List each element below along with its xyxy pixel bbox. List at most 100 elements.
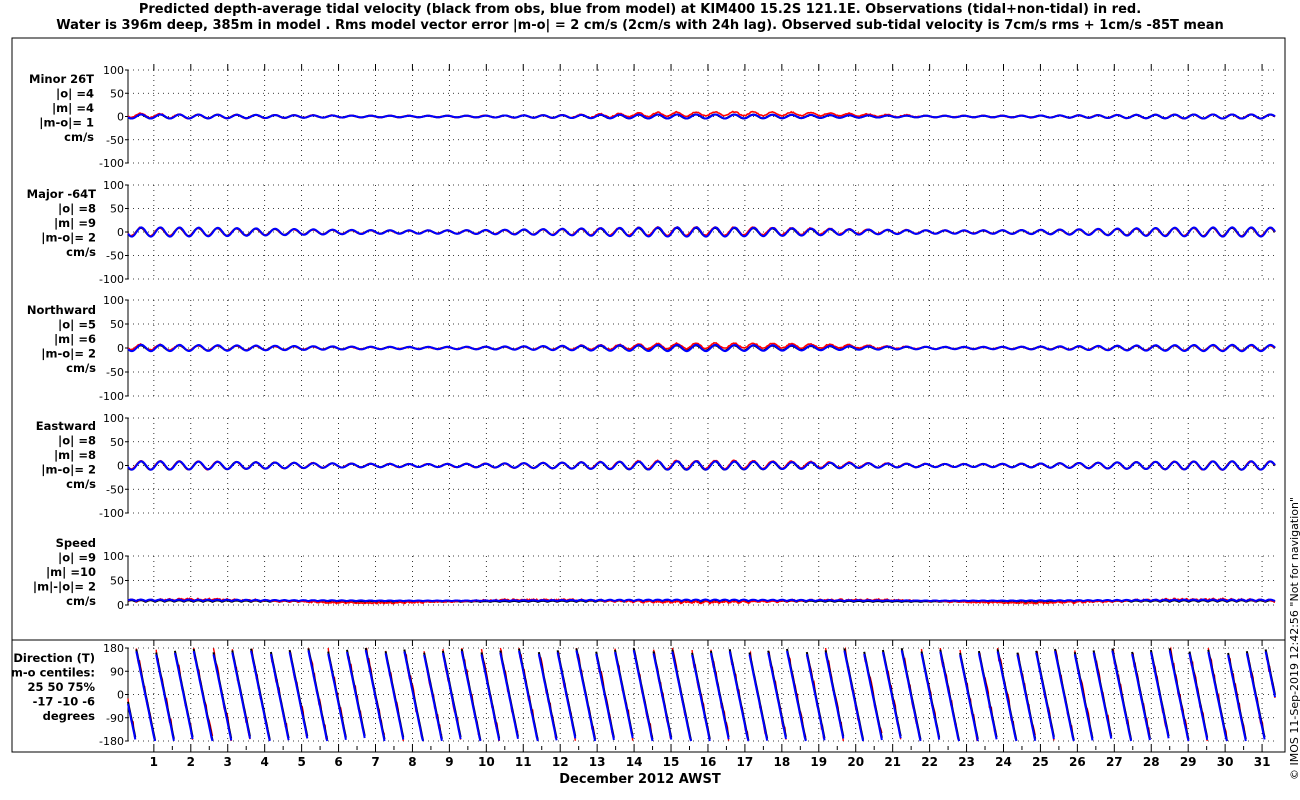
x-tick-label: 3 — [224, 755, 232, 769]
y-tick-label-0: -100 — [99, 157, 124, 170]
y-tick-label-3: 50 — [110, 436, 124, 449]
panel-label-line: |o| =4 — [56, 87, 94, 101]
panel-label-line: cm/s — [66, 594, 96, 608]
y-tick-label-3: 100 — [103, 412, 124, 425]
y-tick-label-3: 0 — [117, 460, 124, 473]
major-model-line — [127, 226, 1276, 238]
x-tick-label: 18 — [773, 755, 790, 769]
x-tick-label: 27 — [1106, 755, 1123, 769]
y-tick-label-0: 0 — [117, 111, 124, 124]
panel-label-line: -17 -10 -6 — [33, 695, 95, 709]
panel-label-line: |o| =5 — [58, 318, 96, 332]
x-tick-label: 14 — [626, 755, 643, 769]
y-tick-label-5: 0 — [117, 689, 124, 702]
panel-label-line: |m|-|o|= 2 — [33, 580, 96, 594]
x-tick-label: 15 — [663, 755, 680, 769]
x-tick-label: 6 — [334, 755, 342, 769]
y-tick-label-2: 100 — [103, 294, 124, 307]
x-tick-label: 4 — [260, 755, 268, 769]
x-tick-label: 13 — [589, 755, 606, 769]
panel-label-line: Eastward — [36, 419, 96, 433]
x-tick-label: 5 — [297, 755, 305, 769]
x-tick-label: 21 — [884, 755, 901, 769]
y-tick-label-4: 50 — [110, 575, 124, 588]
x-tick-label: 8 — [408, 755, 416, 769]
panel-label-line: cm/s — [66, 245, 96, 259]
x-tick-label: 31 — [1254, 755, 1271, 769]
y-tick-label-1: 100 — [103, 179, 124, 192]
direction-model-line — [127, 649, 1276, 742]
y-tick-label-5: -180 — [99, 735, 124, 748]
panel-label-line: |m| =4 — [52, 101, 94, 115]
panel-label-line: |o| =8 — [58, 434, 96, 448]
panel-label-line: Direction (T) — [13, 651, 95, 665]
chart-canvas: 100500-50-100Minor 26T |o| =4 |m| =4 |m-o|=… — [11, 37, 1286, 787]
y-tick-label-3: -50 — [106, 483, 124, 496]
panel-label-line: Minor 26T — [29, 72, 94, 86]
y-tick-label-3: -100 — [99, 507, 124, 520]
panel-label-line: |m| =9 — [54, 216, 96, 230]
panel-label-line: |m| =8 — [54, 448, 96, 462]
panel-label-line: |o| =9 — [58, 551, 96, 565]
x-tick-label: 17 — [737, 755, 754, 769]
y-tick-label-2: -100 — [99, 390, 124, 403]
panel-label-minor: Minor 26T |o| =4 |m| =4 |m-o|= 1 cm/s — [29, 72, 94, 144]
x-tick-label: 16 — [700, 755, 717, 769]
y-tick-label-1: 0 — [117, 226, 124, 239]
panel-label-line: |m-o|= 2 — [41, 231, 96, 245]
x-tick-label: 19 — [810, 755, 827, 769]
panel-label-line: cm/s — [64, 130, 94, 144]
panel-label-line: degrees — [43, 709, 96, 723]
panel-label-line: 25 50 75% — [27, 680, 95, 694]
panel-label-direction: Direction (T) m-o centiles: 25 50 75% -17 -… — [11, 651, 96, 723]
panel-label-line: |m| =10 — [46, 565, 96, 579]
x-tick-label: 29 — [1180, 755, 1197, 769]
panel-label-line: Major -64T — [27, 187, 96, 201]
y-tick-label-5: -90 — [106, 712, 124, 725]
x-tick-label: 26 — [1069, 755, 1086, 769]
x-tick-label: 25 — [1032, 755, 1049, 769]
x-tick-label: 28 — [1143, 755, 1160, 769]
x-tick-label: 24 — [995, 755, 1012, 769]
x-tick-label: 30 — [1217, 755, 1234, 769]
x-tick-label: 11 — [515, 755, 532, 769]
panel-label-line: Northward — [27, 303, 96, 317]
y-tick-label-0: 50 — [110, 87, 124, 100]
y-tick-label-4: 100 — [103, 550, 124, 563]
panel-label-line: Speed — [56, 536, 96, 550]
y-tick-label-2: 50 — [110, 318, 124, 331]
y-tick-label-1: -100 — [99, 273, 124, 286]
x-tick-label: 1 — [150, 755, 158, 769]
panel-label-line: m-o centiles: — [11, 666, 95, 680]
y-tick-label-5: 90 — [110, 665, 124, 678]
x-tick-label: 10 — [478, 755, 495, 769]
figure-frame — [11, 37, 1286, 753]
panel-label-major: Major -64T |o| =8 |m| =9 |m-o|= 2 cm/s — [27, 187, 96, 259]
eastward-model-line — [127, 460, 1276, 471]
credit-text: © IMOS 11-Sep-2019 12:42:56 "Not for nav… — [1288, 496, 1300, 780]
y-tick-label-5: 180 — [103, 642, 124, 655]
panel-label-line: |m-o|= 1 — [39, 116, 94, 130]
x-tick-label: 23 — [958, 755, 975, 769]
speed-model-line — [127, 598, 1276, 603]
panel-label-line: cm/s — [66, 361, 96, 375]
y-tick-label-1: 50 — [110, 203, 124, 216]
panel-label-line: |m-o|= 2 — [41, 463, 96, 477]
y-tick-label-4: 0 — [117, 599, 124, 612]
panel-label-line: cm/s — [66, 477, 96, 491]
panel-label-line: |o| =8 — [58, 202, 96, 216]
y-tick-label-0: 100 — [103, 64, 124, 77]
x-tick-label: 2 — [187, 755, 195, 769]
x-tick-label: 9 — [445, 755, 453, 769]
panel-label-northward: Northward |o| =5 |m| =6 |m-o|= 2 cm/s — [27, 303, 96, 375]
panel-label-line: |m-o|= 2 — [41, 347, 96, 361]
x-tick-label: 20 — [847, 755, 864, 769]
y-tick-label-1: -50 — [106, 250, 124, 263]
y-tick-label-2: 0 — [117, 342, 124, 355]
panel-label-speed: Speed |o| =9 |m| =10 |m|-|o|= 2 cm/s — [33, 536, 96, 608]
y-tick-label-2: -50 — [106, 366, 124, 379]
x-tick-label: 12 — [552, 755, 569, 769]
y-tick-label-0: -50 — [106, 134, 124, 147]
panel-label-line: |m| =6 — [54, 332, 96, 346]
x-tick-label: 7 — [371, 755, 379, 769]
